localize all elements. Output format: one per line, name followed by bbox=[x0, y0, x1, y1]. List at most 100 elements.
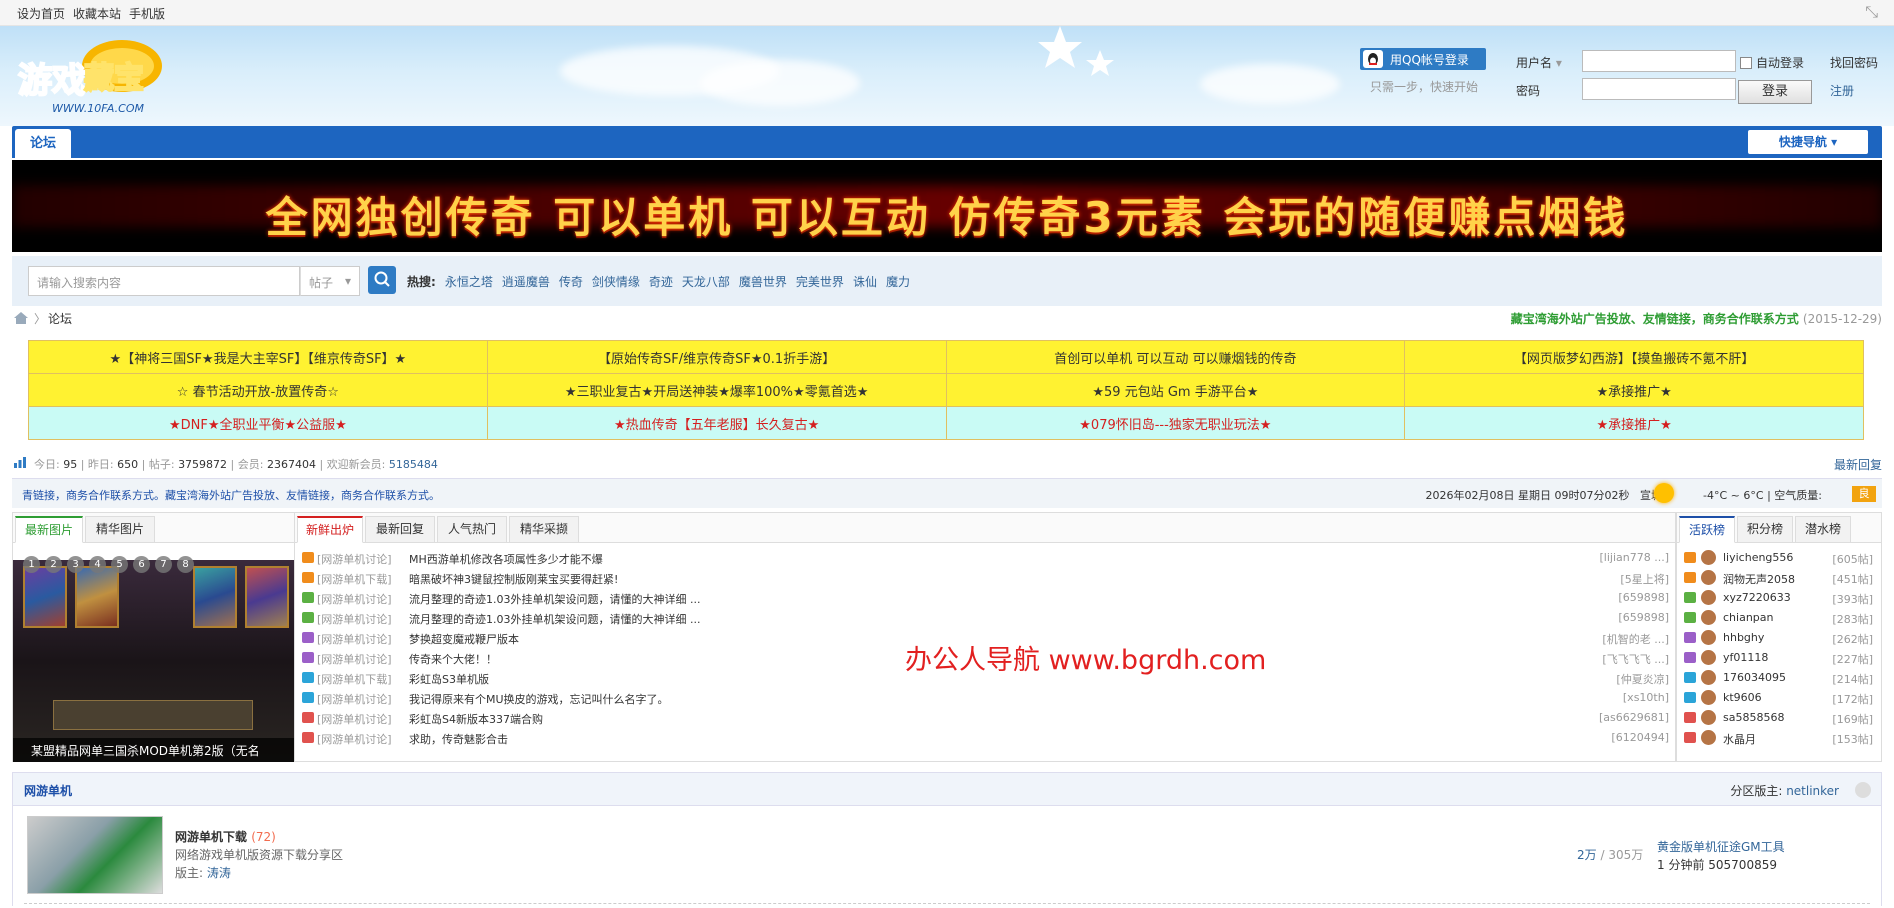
avatar[interactable] bbox=[1701, 550, 1716, 565]
thread-category[interactable]: [网游单机讨论] bbox=[317, 611, 392, 627]
username-label[interactable]: 用户名 ▾ bbox=[1516, 54, 1562, 71]
thread-author[interactable]: [as6629681] bbox=[1599, 711, 1669, 724]
collapse-icon[interactable]: ⤡ bbox=[1865, 2, 1878, 22]
last-post-link[interactable]: 黄金版单机征途GM工具 bbox=[1657, 838, 1785, 855]
rank-row[interactable]: sa5858568 [169帖] bbox=[1677, 707, 1881, 727]
rank-username[interactable]: sa5858568 bbox=[1723, 711, 1784, 724]
avatar[interactable] bbox=[1701, 710, 1716, 725]
banner-ad[interactable]: 全网独创传奇 可以单机 可以互动 仿传奇3元素 会玩的随便赚点烟钱 bbox=[12, 160, 1882, 252]
ad-cell[interactable]: ☆ 春节活动开放-放置传奇☆ bbox=[28, 373, 488, 407]
tab-popular[interactable]: 人气热门 bbox=[437, 516, 507, 543]
thread-author[interactable]: [659898] bbox=[1618, 591, 1669, 604]
rank-row[interactable]: 176034095 [214帖] bbox=[1677, 667, 1881, 687]
ad-cell[interactable]: ★079怀旧岛---独家无职业玩法★ bbox=[945, 406, 1406, 440]
slide-dot[interactable]: 7 bbox=[155, 556, 172, 573]
thread-title[interactable]: 求助，传奇魅影合击 bbox=[409, 731, 508, 747]
search-type-select[interactable]: 帖子 ▾ bbox=[300, 266, 360, 296]
rank-row[interactable]: 润物无声2058 [451帖] bbox=[1677, 567, 1881, 587]
picture-slideshow[interactable]: 某盟精品网单三国杀MOD单机第2版（无名 bbox=[13, 560, 295, 762]
hot-link[interactable]: 剑侠情缘 bbox=[592, 273, 640, 290]
bookmark-link[interactable]: 收藏本站 bbox=[73, 5, 121, 22]
rank-username[interactable]: hhbghy bbox=[1723, 631, 1764, 644]
thread-title[interactable]: MH西游单机修改各项属性多少才能不爆 bbox=[409, 551, 603, 567]
thread-title[interactable]: 暗黑破坏神3键鼠控制版刚莱宝买要得赶紧! bbox=[409, 571, 618, 587]
ad-cell[interactable]: ★DNF★全职业平衡★公益服★ bbox=[28, 406, 488, 440]
ad-cell[interactable]: ★承接推广★ bbox=[1404, 373, 1864, 407]
quick-nav-button[interactable]: 快捷导航 ▾ bbox=[1748, 130, 1868, 154]
thread-title[interactable]: 流月整理的奇迹1.03外挂单机架设问题，请懂的大神详细 ... bbox=[409, 611, 700, 627]
ad-cell[interactable]: ★【神将三国SF★我是大主宰SF】【维京传奇SF】★ bbox=[28, 340, 488, 374]
ad-cell[interactable]: 【原始传奇SF/维京传奇SF★0.1折手游】 bbox=[486, 340, 947, 374]
thread-row[interactable]: [网游单机讨论] 我记得原来有个MU换皮的游戏，忘记叫什么名字了。 [xs10th] bbox=[295, 687, 1675, 707]
tab-active-rank[interactable]: 活跃榜 bbox=[1679, 516, 1735, 543]
home-icon[interactable] bbox=[14, 312, 28, 324]
slide-dot[interactable]: 4 bbox=[89, 556, 106, 573]
hot-link[interactable]: 永恒之塔 bbox=[445, 273, 493, 290]
thread-row[interactable]: [网游单机下载] 暗黑破坏神3键鼠控制版刚莱宝买要得赶紧! [5星上将] bbox=[295, 567, 1675, 587]
avatar[interactable] bbox=[1701, 730, 1716, 745]
thread-category[interactable]: [网游单机讨论] bbox=[317, 631, 392, 647]
hot-link[interactable]: 逍遥魔兽 bbox=[502, 273, 550, 290]
rank-username[interactable]: liyicheng556 bbox=[1723, 551, 1793, 564]
tab-forum[interactable]: 论坛 bbox=[15, 129, 71, 158]
rank-row[interactable]: chianpan [283帖] bbox=[1677, 607, 1881, 627]
rank-row[interactable]: 水晶月 [153帖] bbox=[1677, 727, 1881, 747]
collapse-icon[interactable] bbox=[1855, 782, 1871, 798]
rank-username[interactable]: 176034095 bbox=[1723, 671, 1786, 684]
username-input[interactable] bbox=[1582, 50, 1736, 72]
thread-category[interactable]: [网游单机讨论] bbox=[317, 551, 392, 567]
board-name[interactable]: 网游单机下载 (72) bbox=[175, 828, 276, 845]
thread-author[interactable]: [6120494] bbox=[1611, 731, 1669, 744]
avatar[interactable] bbox=[1701, 570, 1716, 585]
rank-username[interactable]: yf01118 bbox=[1723, 651, 1768, 664]
hot-link[interactable]: 天龙八部 bbox=[682, 273, 730, 290]
hot-link[interactable]: 奇迹 bbox=[649, 273, 673, 290]
search-button[interactable] bbox=[368, 266, 396, 294]
rank-row[interactable]: liyicheng556 [605帖] bbox=[1677, 547, 1881, 567]
thread-category[interactable]: [网游单机讨论] bbox=[317, 691, 392, 707]
tab-lurker-rank[interactable]: 潜水榜 bbox=[1795, 516, 1851, 543]
avatar[interactable] bbox=[1701, 650, 1716, 665]
avatar[interactable] bbox=[1701, 630, 1716, 645]
thread-row[interactable]: [网游单机讨论] 流月整理的奇迹1.03外挂单机架设问题，请懂的大神详细 ... [… bbox=[295, 607, 1675, 627]
avatar[interactable] bbox=[1701, 690, 1716, 705]
slide-dot[interactable]: 5 bbox=[111, 556, 128, 573]
hot-link[interactable]: 魔兽世界 bbox=[739, 273, 787, 290]
slide-dot[interactable]: 2 bbox=[45, 556, 62, 573]
set-homepage-link[interactable]: 设为首页 bbox=[17, 5, 65, 22]
thread-title[interactable]: 流月整理的奇迹1.03外挂单机架设问题，请懂的大神详细 ... bbox=[409, 591, 700, 607]
login-button[interactable]: 登录 bbox=[1738, 80, 1812, 104]
thread-author[interactable]: [659898] bbox=[1618, 611, 1669, 624]
rank-username[interactable]: xyz7220633 bbox=[1723, 591, 1791, 604]
thread-category[interactable]: [网游单机下载] bbox=[317, 671, 392, 687]
hot-link[interactable]: 传奇 bbox=[559, 273, 583, 290]
hot-link[interactable]: 诛仙 bbox=[853, 273, 877, 290]
tab-newest[interactable]: 新鲜出炉 bbox=[297, 516, 363, 543]
thread-title[interactable]: 梦换超变魔戒鞭尸版本 bbox=[409, 631, 519, 647]
thread-row[interactable]: [网游单机讨论] MH西游单机修改各项属性多少才能不爆 [lijian778 ...… bbox=[295, 547, 1675, 567]
slide-dot[interactable]: 3 bbox=[67, 556, 84, 573]
rank-row[interactable]: kt9606 [172帖] bbox=[1677, 687, 1881, 707]
thread-author[interactable]: [仲夏炎凉] bbox=[1616, 671, 1669, 687]
thread-author[interactable]: [xs10th] bbox=[1623, 691, 1669, 704]
tab-featured-pictures[interactable]: 精华图片 bbox=[85, 516, 155, 543]
rank-username[interactable]: 润物无声2058 bbox=[1723, 571, 1795, 587]
tab-points-rank[interactable]: 积分榜 bbox=[1737, 516, 1793, 543]
register-link[interactable]: 注册 bbox=[1830, 82, 1854, 99]
auto-login-checkbox[interactable] bbox=[1740, 56, 1752, 69]
thread-title[interactable]: 彩虹岛S4新版本337端合购 bbox=[409, 711, 543, 727]
search-input[interactable]: 请输入搜索内容 bbox=[28, 266, 300, 296]
slide-caption[interactable]: 某盟精品网单三国杀MOD单机第2版（无名 bbox=[13, 738, 295, 762]
tab-latest-reply[interactable]: 最新回复 bbox=[365, 516, 435, 543]
thread-category[interactable]: [网游单机讨论] bbox=[317, 591, 392, 607]
section-title[interactable]: 网游单机 bbox=[24, 782, 72, 799]
thread-category[interactable]: [网游单机讨论] bbox=[317, 711, 392, 727]
rank-row[interactable]: xyz7220633 [393帖] bbox=[1677, 587, 1881, 607]
new-member-link[interactable]: 5185484 bbox=[389, 458, 438, 471]
thread-category[interactable]: [网游单机讨论] bbox=[317, 731, 392, 747]
tab-featured[interactable]: 精华采撷 bbox=[509, 516, 579, 543]
thread-author[interactable]: [5星上将] bbox=[1620, 571, 1669, 587]
thread-title[interactable]: 我记得原来有个MU换皮的游戏，忘记叫什么名字了。 bbox=[409, 691, 669, 707]
latest-reply-link[interactable]: 最新回复 bbox=[1834, 456, 1882, 473]
ad-cell[interactable]: ★承接推广★ bbox=[1404, 406, 1864, 440]
